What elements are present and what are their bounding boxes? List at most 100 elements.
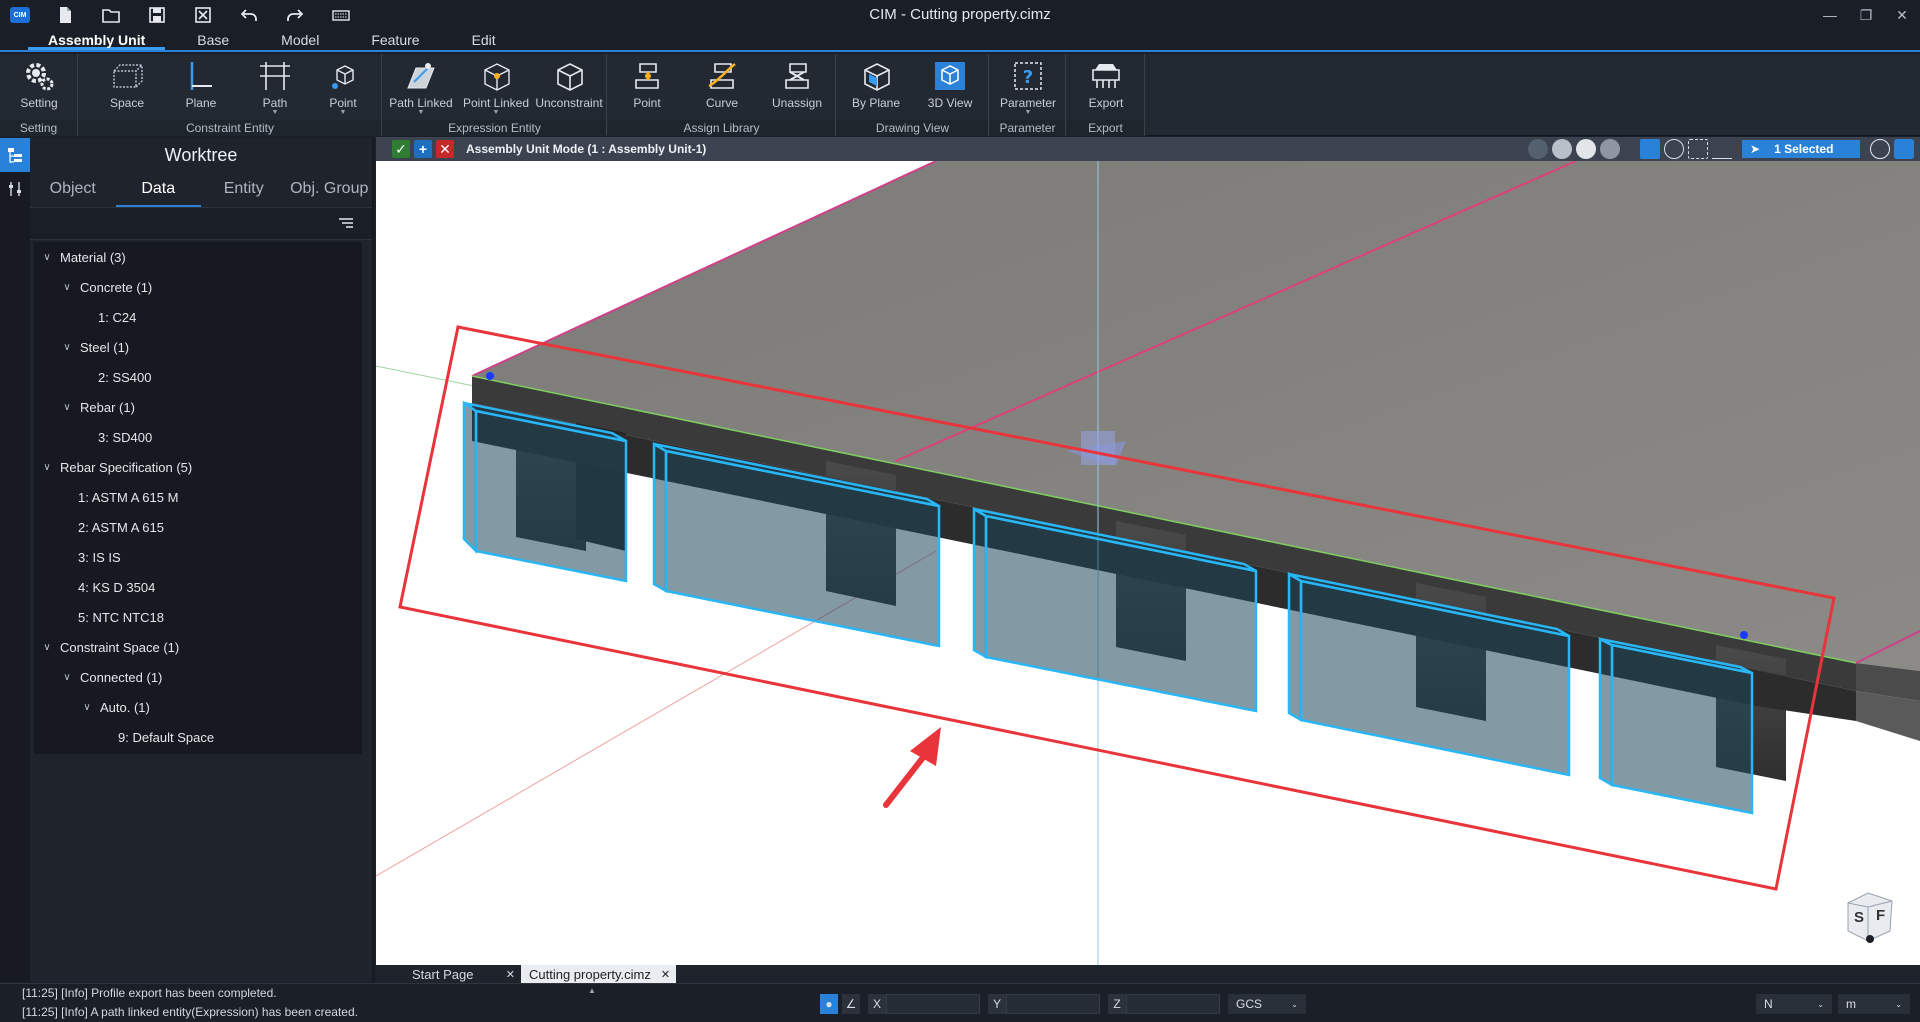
- chevron-down-icon[interactable]: ∨: [40, 462, 54, 473]
- point-button[interactable]: Point ▼: [308, 58, 378, 120]
- tab-feature[interactable]: Feature: [351, 30, 439, 50]
- tree-item[interactable]: ∨ Rebar Specification (5): [34, 452, 362, 482]
- chevron-down-icon[interactable]: ∨: [40, 252, 54, 263]
- minimize-icon[interactable]: —: [1812, 0, 1848, 30]
- chevron-down-icon[interactable]: ∨: [60, 342, 74, 353]
- keyboard-icon[interactable]: [318, 0, 364, 30]
- chevron-down-icon[interactable]: ∨: [60, 672, 74, 683]
- selection-count-button[interactable]: ➤ 1 Selected: [1742, 140, 1860, 158]
- render-mode-icon[interactable]: [1528, 139, 1548, 159]
- tab-assembly-unit[interactable]: Assembly Unit: [28, 30, 166, 50]
- tab-entity[interactable]: Entity: [201, 172, 287, 207]
- 3d-view-button[interactable]: 3D View: [915, 58, 985, 120]
- select-lasso-icon[interactable]: [1688, 139, 1708, 159]
- close-tab-icon[interactable]: ✕: [506, 968, 515, 981]
- tab-data[interactable]: Data: [115, 172, 201, 207]
- open-folder-icon[interactable]: [88, 0, 134, 30]
- sort-icon[interactable]: [338, 216, 354, 235]
- tree-item[interactable]: 9: Default Space: [34, 722, 362, 752]
- select-box-icon[interactable]: [1640, 139, 1660, 159]
- tree-item[interactable]: 3: SD400: [34, 422, 362, 452]
- x-coordinate-input[interactable]: [886, 994, 980, 1014]
- restore-icon[interactable]: ❐: [1848, 0, 1884, 30]
- path-button[interactable]: Path ▼: [240, 58, 310, 120]
- properties-panel-icon[interactable]: [0, 172, 30, 206]
- shaded-icon[interactable]: [1552, 139, 1572, 159]
- worktree-panel-icon[interactable]: [0, 138, 30, 172]
- by-plane-icon: [858, 58, 894, 94]
- snap-point-icon[interactable]: ●: [820, 994, 838, 1014]
- save-icon[interactable]: [134, 0, 180, 30]
- tree-item[interactable]: ∨ Rebar (1): [34, 392, 362, 422]
- select-curve-icon[interactable]: [1712, 139, 1732, 159]
- ribbon-group-constraint-entity: Space Plane Path ▼ Point ▼ Constraint En…: [79, 54, 382, 136]
- tree-item[interactable]: ∨ Material (3): [34, 242, 362, 272]
- panel-switcher: [0, 138, 30, 982]
- export-button[interactable]: Export: [1071, 58, 1141, 120]
- select-circle-icon[interactable]: [1664, 139, 1684, 159]
- assign-point-icon: [629, 58, 665, 94]
- tab-object[interactable]: Object: [30, 172, 116, 207]
- unassign-button[interactable]: Unassign: [762, 58, 832, 120]
- tree-item[interactable]: 2: SS400: [34, 362, 362, 392]
- 3d-scene[interactable]: S F: [376, 161, 1920, 965]
- chevron-down-icon[interactable]: ∨: [80, 702, 94, 713]
- tree-item[interactable]: ∨ Steel (1): [34, 332, 362, 362]
- path-linked-button[interactable]: Path Linked ▼: [386, 58, 456, 120]
- setting-button[interactable]: Setting: [4, 58, 74, 120]
- plane-button[interactable]: Plane: [166, 58, 236, 120]
- by-plane-button[interactable]: By Plane: [841, 58, 911, 120]
- close-window-icon[interactable]: ✕: [1884, 0, 1920, 30]
- tab-obj-group[interactable]: Obj. Group: [287, 172, 373, 207]
- redo-icon[interactable]: [272, 0, 318, 30]
- doc-tab-start-page[interactable]: Start Page ✕: [376, 965, 521, 983]
- worktree-filter-bar: [30, 208, 372, 240]
- tab-model[interactable]: Model: [261, 30, 339, 50]
- unit-select[interactable]: m ⌄: [1838, 994, 1910, 1014]
- tab-edit[interactable]: Edit: [452, 30, 516, 50]
- chevron-down-icon[interactable]: ∨: [60, 282, 74, 293]
- tree-item[interactable]: 2: ASTM A 615: [34, 512, 362, 542]
- confirm-icon[interactable]: ✓: [392, 140, 410, 158]
- tree-item[interactable]: 4: KS D 3504: [34, 572, 362, 602]
- assign-point-button[interactable]: Point: [612, 58, 682, 120]
- view-cube[interactable]: S F: [1842, 889, 1898, 945]
- tree-item[interactable]: 5: NTC NTC18: [34, 602, 362, 632]
- close-tab-icon[interactable]: ✕: [661, 968, 670, 981]
- snap-mode-select[interactable]: N ⌄: [1756, 994, 1832, 1014]
- tree-item-label: 1: C24: [98, 309, 137, 325]
- log-scrollbar[interactable]: ▲: [588, 986, 596, 1020]
- chevron-down-icon[interactable]: ∨: [60, 402, 74, 413]
- tree-item[interactable]: 1: C24: [34, 302, 362, 332]
- coordinate-system-select[interactable]: GCS ⌄: [1228, 994, 1306, 1014]
- tree-item[interactable]: 1: ASTM A 615 M: [34, 482, 362, 512]
- path-icon: [257, 58, 293, 94]
- cancel-icon[interactable]: ✕: [436, 140, 454, 158]
- tree-item[interactable]: ∨ Auto. (1): [34, 692, 362, 722]
- tree-item[interactable]: ∨ Concrete (1): [34, 272, 362, 302]
- unconstraint-button[interactable]: Unconstraint: [534, 58, 604, 120]
- add-icon[interactable]: +: [414, 140, 432, 158]
- ribbon-toolbar: Setting Setting Space Plane Path ▼ Point…: [0, 54, 1920, 136]
- chevron-down-icon[interactable]: ∨: [40, 642, 54, 653]
- view-settings-icon[interactable]: [1894, 139, 1914, 159]
- history-icon[interactable]: [1870, 139, 1890, 159]
- solid-icon[interactable]: [1576, 139, 1596, 159]
- tree-item[interactable]: ∨ Constraint Space (1): [34, 632, 362, 662]
- point-linked-button[interactable]: Point Linked ▼: [461, 58, 531, 120]
- space-button[interactable]: Space: [92, 58, 162, 120]
- undo-icon[interactable]: [226, 0, 272, 30]
- doc-tab-cutting-property[interactable]: Cutting property.cimz ✕: [521, 965, 677, 983]
- close-file-icon[interactable]: [180, 0, 226, 30]
- wireframe-icon[interactable]: [1600, 139, 1620, 159]
- y-coordinate-input[interactable]: [1006, 994, 1100, 1014]
- snap-angle-icon[interactable]: ∠: [842, 994, 860, 1014]
- new-file-icon[interactable]: [42, 0, 88, 30]
- tree-item[interactable]: 3: IS IS: [34, 542, 362, 572]
- assign-curve-button[interactable]: Curve: [687, 58, 757, 120]
- parameter-button[interactable]: ? Parameter ▼: [993, 58, 1063, 120]
- tab-base[interactable]: Base: [177, 30, 249, 50]
- ribbon-group-export: Export Export: [1067, 54, 1145, 136]
- tree-item[interactable]: ∨ Connected (1): [34, 662, 362, 692]
- z-coordinate-input[interactable]: [1126, 994, 1220, 1014]
